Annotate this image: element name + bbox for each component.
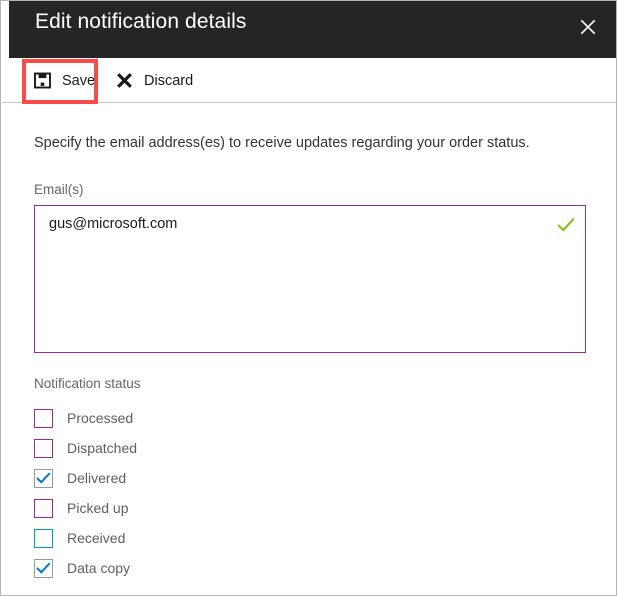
checkbox-label: Received [67,530,126,546]
checkbox-row-dispatched[interactable]: Dispatched [34,433,334,463]
checkbox-processed[interactable] [34,408,53,428]
checkbox-row-data-copy[interactable]: Data copy [34,553,334,583]
command-bar: Save Discard [2,58,616,103]
email-field-label: Email(s) [34,182,84,197]
checkbox-label: Picked up [67,500,129,516]
checkbox-label: Processed [67,410,134,426]
checkbox-row-delivered[interactable]: Delivered [34,463,334,493]
checkbox-row-picked-up[interactable]: Picked up [34,493,334,523]
cross-icon [114,71,134,91]
checkbox-received[interactable] [34,528,53,548]
checkbox-picked-up[interactable] [34,498,53,518]
save-button-label: Save [62,72,96,89]
checkmark-icon [36,561,51,574]
checkbox-delivered[interactable] [34,468,53,488]
page-title: Edit notification details [35,10,247,33]
discard-button-label: Discard [144,72,194,89]
checkbox-label: Data copy [67,560,131,576]
panel-header: Edit notification details [9,1,616,58]
discard-button[interactable]: Discard [114,58,193,103]
checkbox-row-processed[interactable]: Processed [34,403,334,433]
check-icon [557,216,575,234]
email-input[interactable]: gus@microsoft.com [49,216,529,232]
checkbox-dispatched[interactable] [34,438,53,458]
panel-body: Specify the email address(es) to receive… [2,104,616,595]
close-button[interactable] [566,6,610,48]
checkbox-label: Dispatched [67,440,138,456]
edit-notification-details-panel: Edit notification details Save Discard S… [0,0,617,596]
panel-left-gutter [1,1,9,58]
checkbox-data-copy[interactable] [34,558,53,578]
save-button[interactable]: Save [32,58,95,103]
form-description: Specify the email address(es) to receive… [34,135,530,151]
notification-status-label: Notification status [34,376,141,391]
close-icon [580,19,596,35]
command-bar-divider [2,102,616,103]
email-field-container[interactable]: gus@microsoft.com [34,205,586,353]
checkmark-icon [36,471,51,484]
checkbox-label: Delivered [67,470,127,486]
checkbox-row-received[interactable]: Received [34,523,334,553]
save-floppy-icon [32,71,52,91]
notification-status-checkbox-list: Processed Dispatched Delivered Picked up Rec… [34,403,334,583]
